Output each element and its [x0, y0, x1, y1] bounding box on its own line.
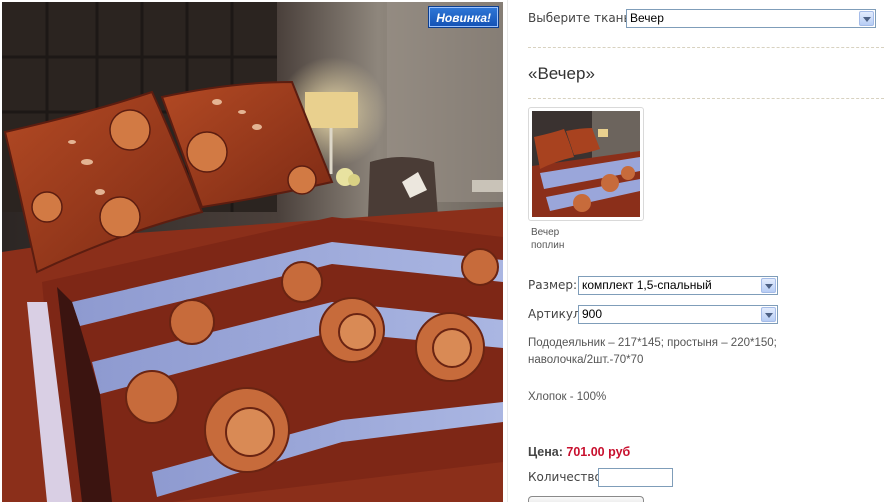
article-label: Артикул:	[528, 307, 585, 321]
quantity-input[interactable]	[598, 468, 673, 487]
section-divider	[528, 98, 884, 99]
price-label: Цена:	[528, 445, 563, 459]
chevron-down-icon[interactable]	[761, 278, 776, 293]
product-options-panel: Выберите ткань: Вечер «Вечер» Вечер попл…	[528, 0, 884, 502]
quantity-label: Количество:	[528, 470, 606, 484]
fabric-select[interactable]: Вечер	[626, 9, 876, 28]
new-badge: Новинка!	[428, 6, 499, 28]
price-row: Цена: 701.00 руб	[528, 445, 630, 459]
description-dimensions-line1: Пододеяльник – 217*145; простыня – 220*1…	[528, 337, 777, 349]
thumbnail-caption-fabric: поплин	[531, 240, 565, 251]
description-dimensions-line2: наволочка/2шт.-70*70	[528, 354, 644, 366]
thumbnail-image	[532, 111, 640, 217]
product-photo[interactable]: Новинка!	[2, 2, 503, 502]
thumbnail-caption-name: Вечер	[531, 227, 560, 238]
section-divider	[528, 47, 884, 48]
size-label: Размер:	[528, 278, 578, 292]
article-select[interactable]: 900	[578, 305, 778, 324]
fabric-label: Выберите ткань:	[528, 11, 635, 25]
add-to-cart-button[interactable]	[528, 496, 644, 502]
material-text: Хлопок - 100%	[528, 391, 607, 403]
bedroom-illustration	[2, 2, 503, 502]
size-select-value: комплект 1,5-спальный	[582, 278, 712, 292]
fabric-select-value: Вечер	[630, 11, 664, 25]
price-value: 701.00 руб	[566, 445, 631, 459]
product-title: «Вечер»	[528, 64, 595, 83]
column-divider	[507, 0, 508, 502]
fabric-thumbnail[interactable]	[528, 107, 644, 221]
size-select[interactable]: комплект 1,5-спальный	[578, 276, 778, 295]
chevron-down-icon[interactable]	[859, 11, 874, 26]
chevron-down-icon[interactable]	[761, 307, 776, 322]
article-select-value: 900	[582, 307, 603, 321]
